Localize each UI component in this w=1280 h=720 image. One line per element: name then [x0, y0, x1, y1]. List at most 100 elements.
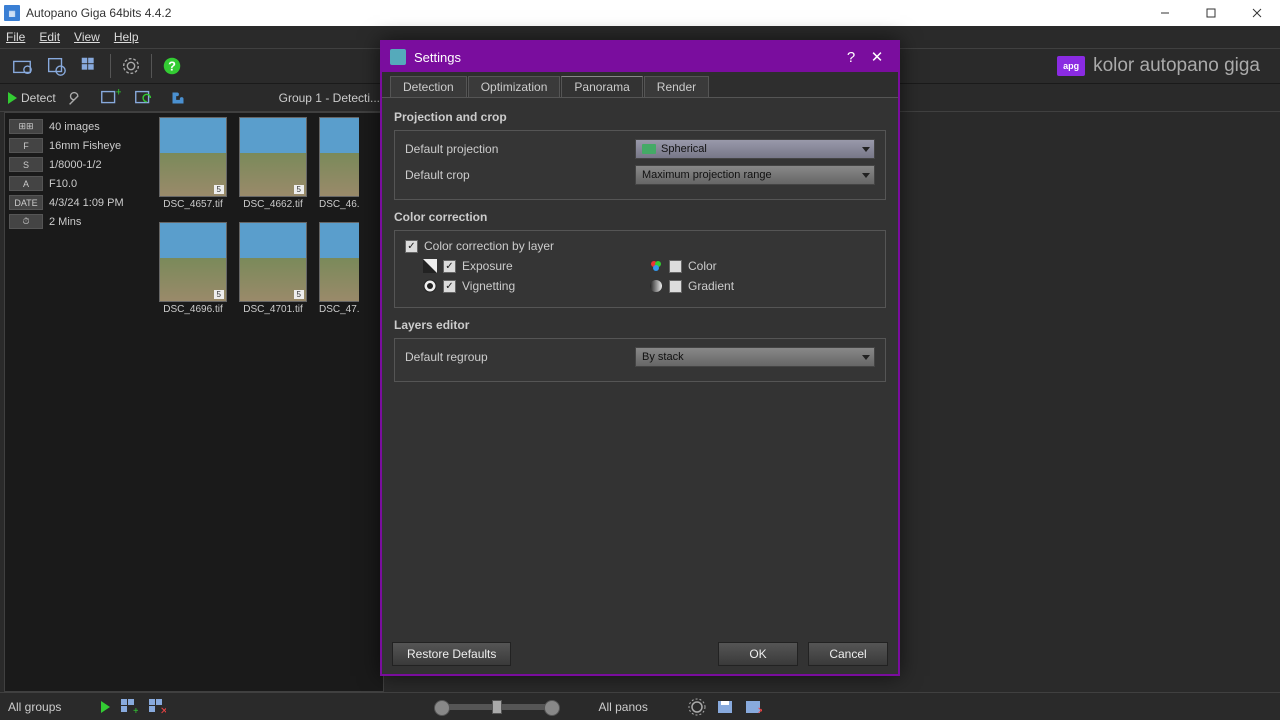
- brand-text: kolor autopano giga: [1093, 55, 1260, 77]
- puzzle-icon[interactable]: [164, 84, 192, 112]
- zoom-slider[interactable]: [442, 704, 552, 710]
- menu-edit[interactable]: Edit: [39, 30, 60, 44]
- toolbar-separator: [110, 54, 111, 78]
- grid-remove-icon[interactable]: ✕: [148, 698, 166, 716]
- thumb-label: DSC_47...: [319, 304, 359, 315]
- help-icon[interactable]: ?: [158, 52, 186, 80]
- color-label: Color: [688, 259, 717, 273]
- grid-add-icon[interactable]: +: [120, 698, 138, 716]
- pano-gear-icon[interactable]: [688, 698, 706, 716]
- settings-gear-icon[interactable]: [117, 52, 145, 80]
- color-correction-by-layer-label: Color correction by layer: [424, 239, 554, 253]
- chevron-down-icon: [862, 355, 870, 360]
- color-checkbox[interactable]: [669, 260, 682, 273]
- section-layers-editor: Default regroup By stack: [394, 338, 886, 382]
- cancel-button[interactable]: Cancel: [808, 642, 888, 666]
- maximize-button[interactable]: [1188, 0, 1234, 26]
- color-icon: [649, 259, 663, 273]
- thumb-label: DSC_4662.tif: [239, 199, 307, 210]
- meta-date: 4/3/24 1:09 PM: [49, 197, 124, 209]
- section-projection-crop-title: Projection and crop: [394, 110, 886, 124]
- meta-time: 2 Mins: [49, 216, 81, 228]
- tab-detection[interactable]: Detection: [390, 76, 467, 97]
- pano-save-icon[interactable]: [716, 698, 734, 716]
- group-label: Group 1 - Detecti...: [279, 91, 380, 105]
- thumbnail[interactable]: DSC_4662.tif: [239, 117, 307, 210]
- thumbnail[interactable]: DSC_4696.tif: [159, 222, 227, 315]
- grid-icon[interactable]: [76, 52, 104, 80]
- meta-badge-s: S: [9, 157, 43, 172]
- detect-button[interactable]: Detect: [8, 91, 56, 105]
- thumb-image: [239, 117, 307, 197]
- thumbnail[interactable]: DSC_47...: [319, 222, 359, 315]
- thumb-image: [319, 222, 359, 302]
- thumbnail[interactable]: DSC_4701.tif: [239, 222, 307, 315]
- thumbnail[interactable]: DSC_46...: [319, 117, 359, 210]
- dialog-close-button[interactable]: ✕: [864, 48, 890, 66]
- app-icon: ▦: [4, 5, 20, 21]
- ok-button[interactable]: OK: [718, 642, 798, 666]
- toolbar-separator: [151, 54, 152, 78]
- select-images-icon[interactable]: [42, 52, 70, 80]
- default-crop-dropdown[interactable]: Maximum projection range: [635, 165, 875, 185]
- close-button[interactable]: [1234, 0, 1280, 26]
- section-color-correction: Color correction by layer Exposure Vigne…: [394, 230, 886, 308]
- svg-text:+: +: [133, 706, 138, 716]
- wrench-icon[interactable]: [62, 84, 90, 112]
- settings-dialog: Settings ? ✕ Detection Optimization Pano…: [380, 40, 900, 676]
- brand: apg kolor autopano giga: [1057, 55, 1260, 77]
- minimize-button[interactable]: [1142, 0, 1188, 26]
- meta-badge-a: A: [9, 176, 43, 191]
- restore-defaults-button[interactable]: Restore Defaults: [392, 642, 511, 666]
- gradient-checkbox[interactable]: [669, 280, 682, 293]
- thumbnail[interactable]: DSC_4657.tif: [159, 117, 227, 210]
- section-projection-crop: Default projection Spherical Default cro…: [394, 130, 886, 200]
- thumb-image: [319, 117, 359, 197]
- all-panos-label: All panos: [598, 700, 647, 714]
- vignetting-icon: [423, 279, 437, 293]
- statusbar: All groups + ✕ All panos ✕: [0, 692, 1280, 720]
- thumb-image: [159, 117, 227, 197]
- play-icon: [101, 701, 110, 713]
- all-groups-label: All groups: [8, 700, 61, 714]
- color-correction-by-layer-checkbox[interactable]: [405, 240, 418, 253]
- dialog-icon: [390, 49, 406, 65]
- open-folder-icon[interactable]: [8, 52, 36, 80]
- chevron-down-icon: [862, 147, 870, 152]
- tab-panorama[interactable]: Panorama: [561, 76, 642, 97]
- vignetting-checkbox[interactable]: [443, 280, 456, 293]
- default-projection-label: Default projection: [405, 142, 635, 156]
- exposure-checkbox[interactable]: [443, 260, 456, 273]
- meta-lens: 16mm Fisheye: [49, 140, 121, 152]
- window-title: Autopano Giga 64bits 4.4.2: [26, 6, 171, 20]
- image-plus-icon[interactable]: +: [96, 84, 124, 112]
- default-regroup-dropdown[interactable]: By stack: [635, 347, 875, 367]
- play-icon: [8, 92, 17, 104]
- default-projection-value: Spherical: [661, 143, 707, 155]
- menu-file[interactable]: File: [6, 30, 25, 44]
- pano-remove-icon[interactable]: ✕: [744, 698, 762, 716]
- detect-label: Detect: [21, 91, 56, 105]
- tab-optimization[interactable]: Optimization: [468, 76, 561, 97]
- meta-badge-date: DATE: [9, 195, 43, 210]
- meta-images: 40 images: [49, 121, 100, 133]
- dialog-body: Projection and crop Default projection S…: [382, 98, 898, 400]
- zoom-thumb[interactable]: [492, 700, 502, 714]
- menu-help[interactable]: Help: [114, 30, 139, 44]
- thumbnail-grid: DSC_4657.tif DSC_4662.tif DSC_46... DSC_…: [159, 117, 379, 687]
- dialog-help-button[interactable]: ?: [838, 49, 864, 66]
- default-regroup-value: By stack: [642, 351, 684, 363]
- tab-render[interactable]: Render: [644, 76, 709, 97]
- svg-text:+: +: [115, 87, 121, 98]
- exposure-label: Exposure: [462, 259, 513, 273]
- play-all-button[interactable]: [101, 701, 110, 713]
- dialog-titlebar[interactable]: Settings ? ✕: [382, 42, 898, 72]
- exposure-icon: [423, 259, 437, 273]
- thumb-image: [159, 222, 227, 302]
- thumb-label: DSC_4701.tif: [239, 304, 307, 315]
- default-projection-dropdown[interactable]: Spherical: [635, 139, 875, 159]
- image-refresh-icon[interactable]: [130, 84, 158, 112]
- svg-text:✕: ✕: [757, 706, 762, 716]
- menu-view[interactable]: View: [74, 30, 100, 44]
- thumb-label: DSC_4696.tif: [159, 304, 227, 315]
